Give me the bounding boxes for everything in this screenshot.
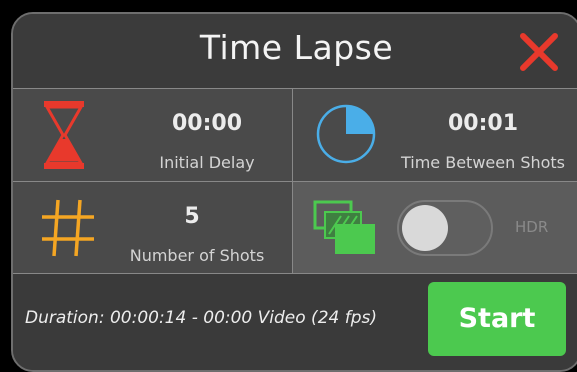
number-of-shots-cell[interactable]: 5 Number of Shots [13,181,293,274]
hdr-cell: HDR [292,181,577,274]
time-between-shots-value: 00:01 [447,111,519,136]
number-of-shots-value: 5 [184,204,200,229]
hourglass-icon [44,101,84,169]
initial-delay-cell[interactable]: 00:00 Initial Delay [13,88,293,182]
dialog-title: Time Lapse [199,28,394,67]
settings-grid: 00:00 Initial Delay 00:01 Time Between S… [13,88,577,274]
close-button[interactable] [519,32,559,72]
time-between-shots-label: Time Between Shots [400,153,566,172]
hdr-toggle[interactable] [397,200,493,256]
duration-text: Duration: 00:00:14 - 00:00 Video (24 fps… [25,308,377,328]
time-between-shots-cell[interactable]: 00:01 Time Between Shots [292,88,577,182]
dialog-footer: Duration: 00:00:14 - 00:00 Video (24 fps… [13,274,577,370]
number-of-shots-label: Number of Shots [129,246,265,265]
time-lapse-dialog: Time Lapse 00:00 Initial Delay 00:01 Tim… [11,12,577,372]
dialog-header: Time Lapse [13,14,577,88]
pie-timer-icon [316,104,376,164]
close-x-icon [520,33,558,71]
hdr-label: HDR [515,218,549,236]
initial-delay-label: Initial Delay [159,153,255,172]
layered-frames-icon [313,200,375,254]
hdr-toggle-knob [402,205,448,251]
start-button[interactable]: Start [428,282,566,356]
initial-delay-value: 00:00 [171,111,243,136]
hash-icon [42,199,94,257]
